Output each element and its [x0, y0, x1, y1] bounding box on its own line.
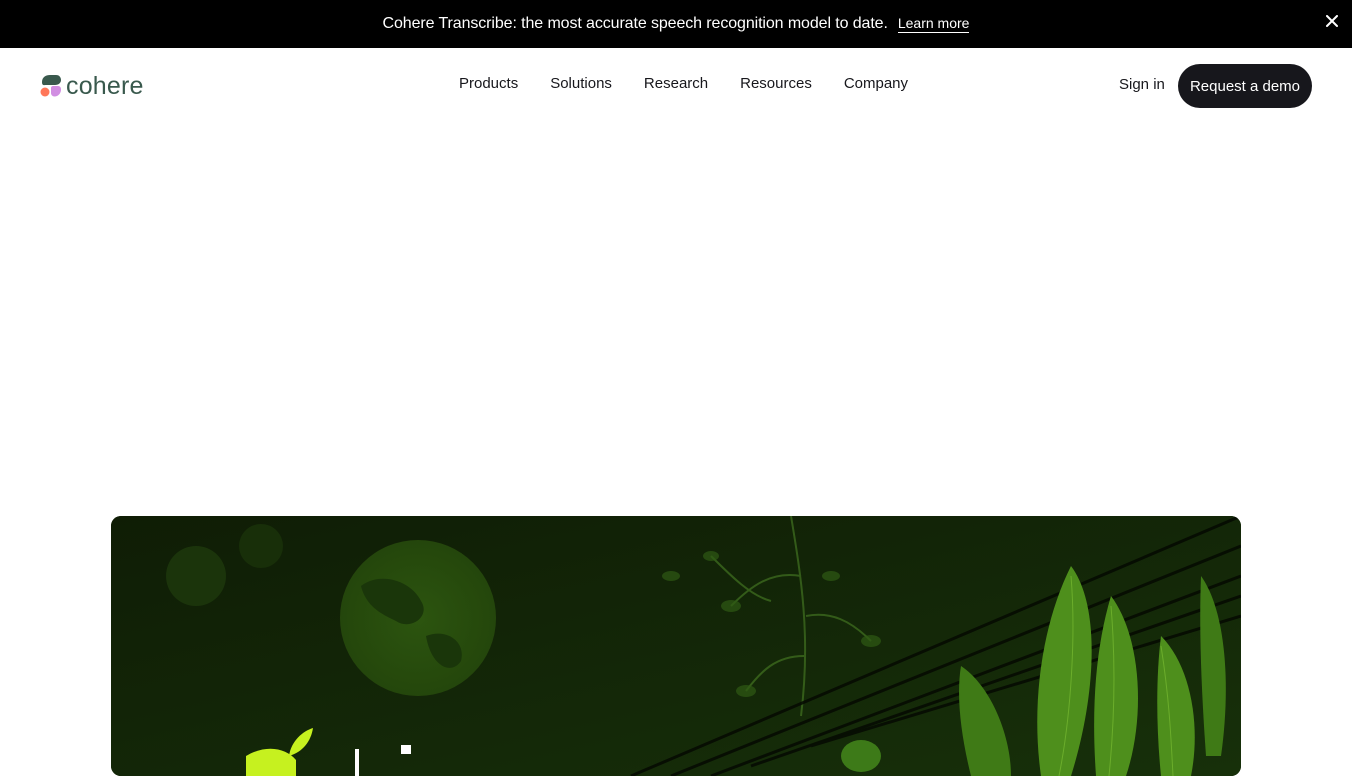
nav-company[interactable]: Company [844, 75, 908, 92]
nav-products[interactable]: Products [459, 75, 518, 92]
cohere-logo[interactable]: cohere [40, 73, 144, 99]
hero-image-card [111, 516, 1241, 776]
main-nav: Products Solutions Research Resources Co… [459, 75, 908, 92]
close-icon[interactable] [1324, 13, 1340, 29]
nav-research[interactable]: Research [644, 75, 708, 92]
sign-in-link[interactable]: Sign in [1119, 76, 1165, 93]
nav-solutions[interactable]: Solutions [550, 75, 612, 92]
logo-wordmark: cohere [66, 71, 144, 100]
request-demo-button[interactable]: Request a demo [1178, 64, 1312, 108]
site-header: cohere Products Solutions Research Resou… [0, 48, 1352, 124]
learn-more-link[interactable]: Learn more [897, 15, 970, 33]
foliage-illustration [111, 516, 1241, 776]
cohere-logo-icon [40, 75, 61, 97]
announcement-banner: Cohere Transcribe: the most accurate spe… [0, 0, 1352, 48]
nav-resources[interactable]: Resources [740, 75, 812, 92]
banner-text: Cohere Transcribe: the most accurate spe… [382, 15, 888, 32]
